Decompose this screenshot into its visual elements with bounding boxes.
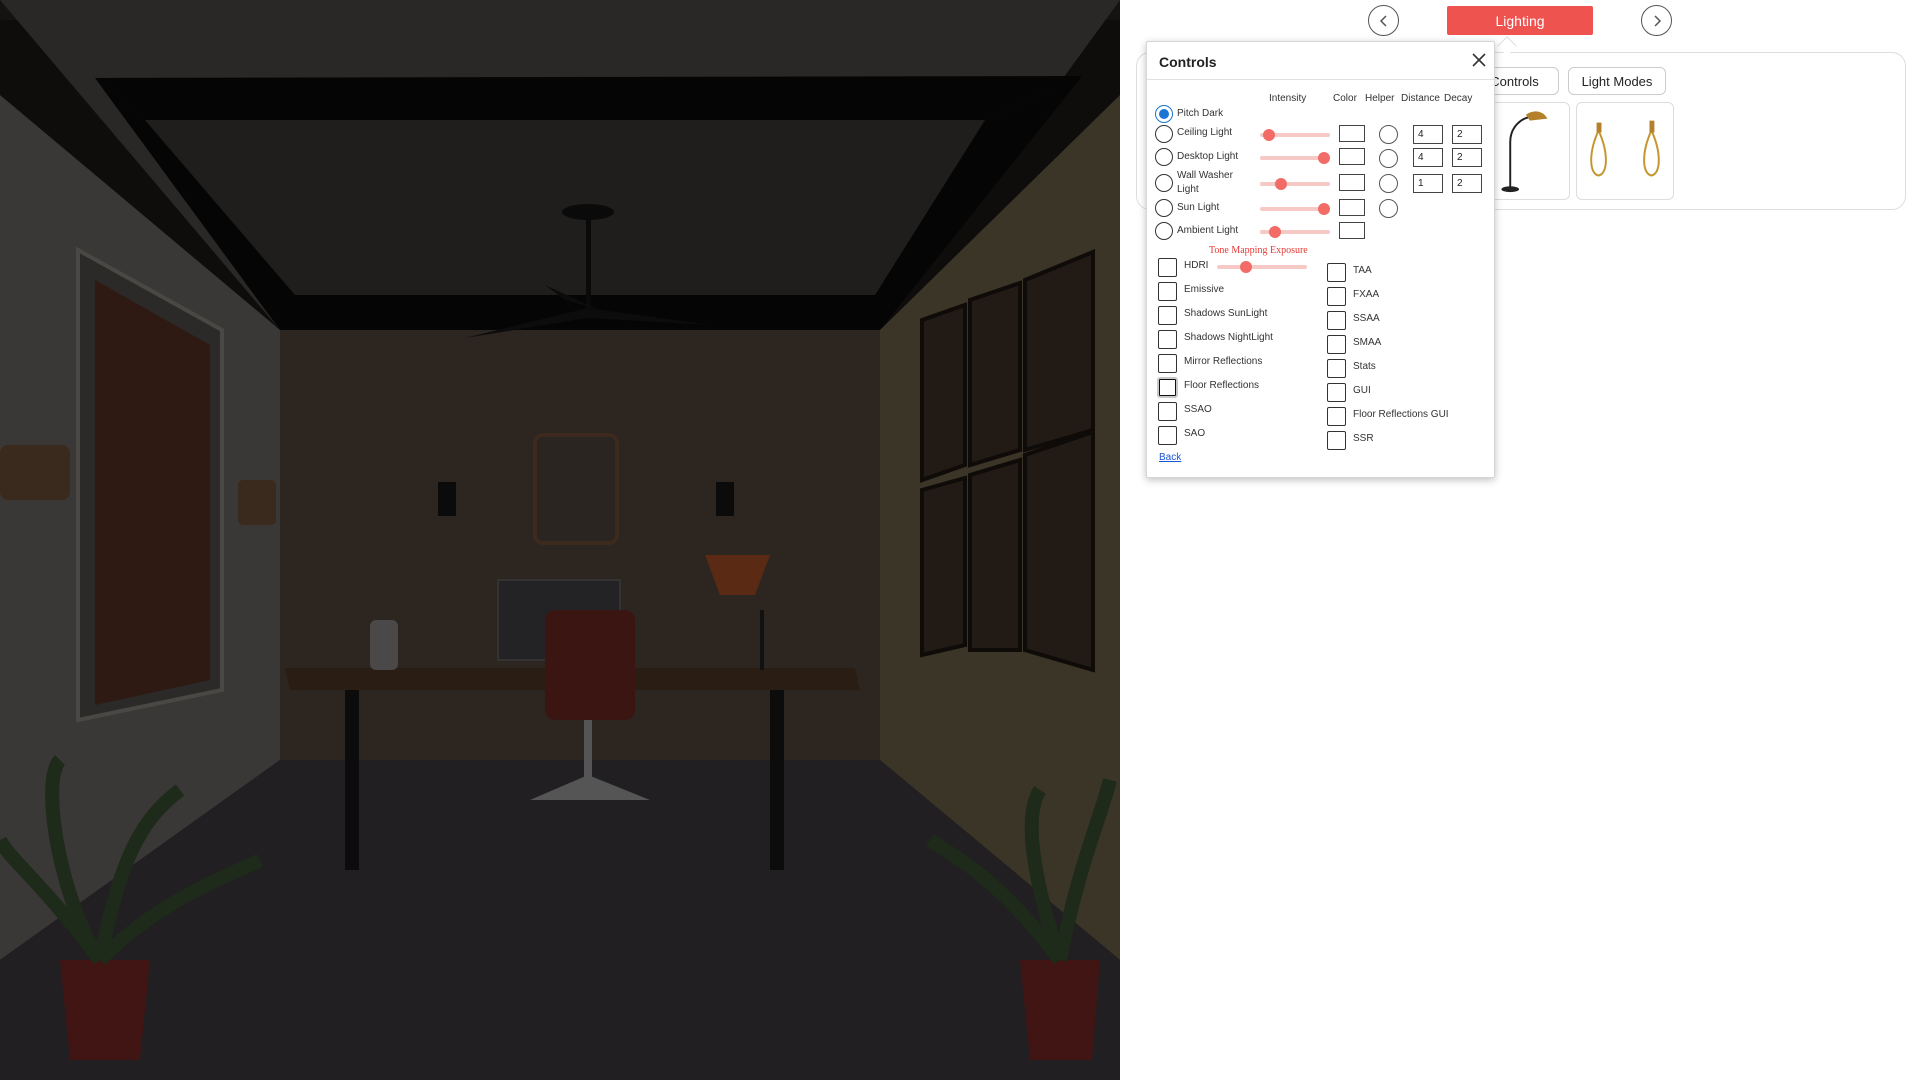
checkbox-ssao[interactable]: [1158, 402, 1177, 421]
helper-toggle[interactable]: [1379, 149, 1398, 168]
radio-desktop-light[interactable]: [1155, 148, 1173, 166]
tone-mapping-slider[interactable]: [1217, 261, 1307, 273]
light-label: Desktop Light: [1177, 151, 1239, 162]
room-3d-viewport[interactable]: [0, 0, 1120, 1080]
radio-ambient-light[interactable]: [1155, 222, 1173, 240]
checkbox-label: Emissive: [1184, 284, 1225, 295]
checkbox-stats[interactable]: [1327, 359, 1346, 378]
radio-sun-light[interactable]: [1155, 199, 1173, 217]
intensity-slider[interactable]: [1260, 226, 1330, 238]
room-render: [0, 0, 1120, 1080]
checkbox-label: SAO: [1184, 428, 1206, 439]
light-modes-button[interactable]: Light Modes: [1568, 67, 1666, 95]
checkbox-label: GUI: [1353, 385, 1371, 396]
tone-mapping-label: Tone Mapping Exposure: [1209, 245, 1308, 256]
decay-input[interactable]: [1452, 148, 1482, 167]
color-swatch[interactable]: [1339, 148, 1365, 165]
checkbox-mirror-reflections[interactable]: [1158, 354, 1177, 373]
checkbox-gui[interactable]: [1327, 383, 1346, 402]
color-swatch[interactable]: [1339, 174, 1365, 191]
checkbox-label: Mirror Reflections: [1184, 356, 1263, 367]
checkbox-label: SSAO: [1184, 404, 1212, 415]
color-swatch[interactable]: [1339, 222, 1365, 239]
decay-input[interactable]: [1452, 174, 1482, 193]
helper-toggle[interactable]: [1379, 125, 1398, 144]
distance-input[interactable]: [1413, 148, 1443, 167]
checkbox-label: Floor Reflections: [1184, 380, 1260, 391]
light-label: Ambient Light: [1177, 225, 1239, 236]
light-label: Sun Light: [1177, 202, 1220, 213]
dialog-divider: [1147, 79, 1494, 80]
controls-dialog: Controls Intensity Color Helper Distance…: [1146, 41, 1495, 478]
checkbox-ssaa[interactable]: [1327, 311, 1346, 330]
next-button[interactable]: [1641, 5, 1672, 36]
back-link[interactable]: Back: [1159, 452, 1181, 463]
slider-knob[interactable]: [1318, 203, 1330, 215]
checkbox-label: FXAA: [1353, 289, 1380, 300]
pendant-lamps-thumbnail[interactable]: [1576, 102, 1674, 200]
slider-knob[interactable]: [1274, 178, 1287, 190]
checkbox-hdri[interactable]: [1158, 258, 1177, 277]
checkbox-taa[interactable]: [1327, 263, 1346, 282]
checkbox-ssr[interactable]: [1327, 431, 1346, 450]
pendant-lamps-icon: [1590, 120, 1660, 177]
distance-input[interactable]: [1413, 174, 1443, 193]
tab-lighting[interactable]: Lighting: [1447, 6, 1593, 35]
radio-pitch-dark[interactable]: [1155, 105, 1173, 123]
intensity-slider[interactable]: [1260, 152, 1330, 164]
intensity-slider[interactable]: [1260, 129, 1330, 141]
distance-input[interactable]: [1413, 125, 1443, 144]
radio-ceiling-light[interactable]: [1155, 125, 1173, 143]
checkbox-label: HDRI: [1184, 260, 1209, 271]
checkbox-fxaa[interactable]: [1327, 287, 1346, 306]
header-intensity: Intensity: [1269, 93, 1307, 104]
checkbox-label: Shadows SunLight: [1184, 308, 1268, 319]
header-decay: Decay: [1444, 93, 1473, 104]
prev-button[interactable]: [1368, 5, 1399, 36]
chevron-left-icon: [1379, 14, 1387, 27]
light-label: Ceiling Light: [1177, 127, 1233, 138]
helper-toggle[interactable]: [1379, 199, 1398, 218]
checkbox-emissive[interactable]: [1158, 282, 1177, 301]
light-label: Pitch Dark: [1177, 108, 1224, 119]
header-color: Color: [1333, 93, 1357, 104]
helper-toggle[interactable]: [1379, 174, 1398, 193]
slider-knob[interactable]: [1268, 226, 1281, 238]
header-helper: Helper: [1365, 93, 1395, 104]
checkbox-label: Stats: [1353, 361, 1376, 372]
checkbox-label: SSR: [1353, 433, 1374, 444]
color-swatch[interactable]: [1339, 125, 1365, 142]
intensity-slider[interactable]: [1260, 178, 1330, 190]
checkbox-label: TAA: [1353, 265, 1372, 276]
decay-input[interactable]: [1452, 125, 1482, 144]
checkbox-smaa[interactable]: [1327, 335, 1346, 354]
chevron-right-icon: [1653, 14, 1661, 27]
light-label: Wall Washer Light: [1177, 170, 1233, 195]
slider-knob[interactable]: [1318, 152, 1330, 164]
checkbox-label: SSAA: [1353, 313, 1380, 324]
checkbox-label: SMAA: [1353, 337, 1382, 348]
dialog-title: Controls: [1159, 54, 1217, 70]
checkbox-label: Shadows NightLight: [1184, 332, 1273, 343]
checkbox-floor-reflections-gui[interactable]: [1327, 407, 1346, 426]
color-swatch[interactable]: [1339, 199, 1365, 216]
checkbox-label: Floor Reflections GUI: [1353, 409, 1449, 420]
slider-knob[interactable]: [1240, 261, 1253, 273]
radio-wall-washer-light[interactable]: [1155, 174, 1173, 192]
checkbox-shadows-nightlight[interactable]: [1158, 330, 1177, 349]
header-distance: Distance: [1401, 93, 1440, 104]
checkbox-sao[interactable]: [1158, 426, 1177, 445]
slider-knob[interactable]: [1262, 129, 1275, 141]
intensity-slider[interactable]: [1260, 203, 1330, 215]
checkbox-floor-reflections[interactable]: [1157, 377, 1178, 398]
close-icon[interactable]: [1470, 51, 1488, 69]
checkbox-shadows-sunlight[interactable]: [1158, 306, 1177, 325]
